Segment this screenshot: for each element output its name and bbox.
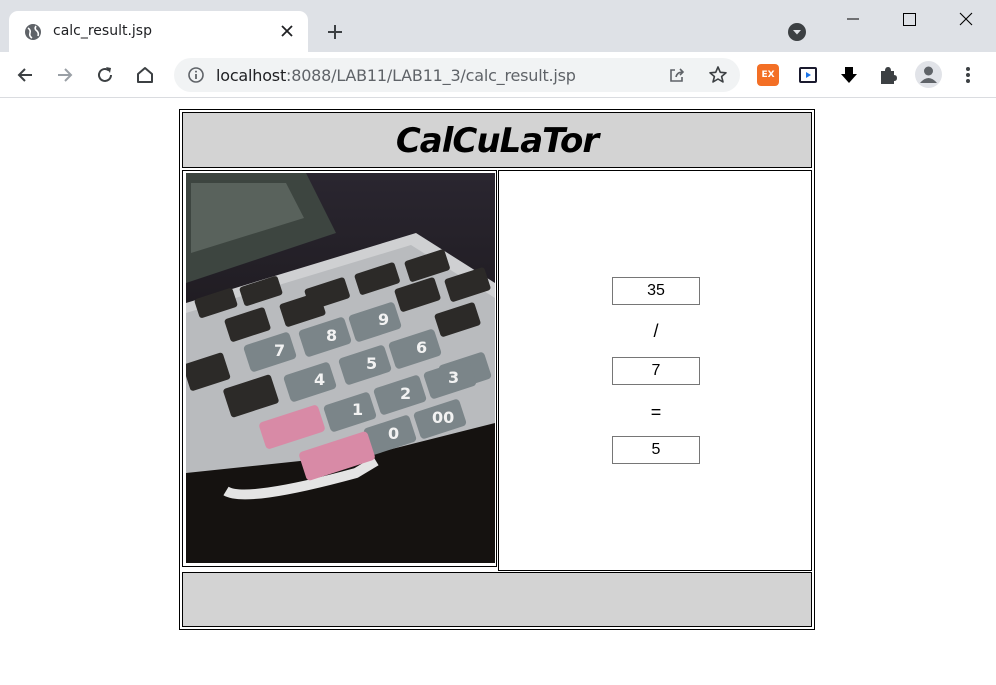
url-host: localhost <box>216 66 287 85</box>
reload-icon[interactable] <box>94 64 116 86</box>
media-icon[interactable] <box>797 64 819 86</box>
svg-text:4: 4 <box>314 370 325 389</box>
minimize-icon[interactable] <box>830 4 876 34</box>
forward-arrow-icon[interactable] <box>54 64 76 86</box>
ex-extension-icon[interactable]: EX <box>757 64 779 86</box>
close-icon[interactable] <box>279 23 295 39</box>
calculator-table: CalCuLaTor 7 8 9 4 5 6 1 2 3 0 00 35 / 7… <box>179 109 815 630</box>
tab-title: calc_result.jsp <box>53 23 152 39</box>
page-title: CalCuLaTor <box>395 121 599 161</box>
browser-toolbar: localhost:8088/LAB11/LAB11_3/calc_result… <box>0 52 996 98</box>
more-menu-icon[interactable] <box>957 64 979 86</box>
result-input[interactable]: 5 <box>612 436 700 464</box>
back-arrow-icon[interactable] <box>14 64 36 86</box>
address-bar[interactable]: localhost:8088/LAB11/LAB11_3/calc_result… <box>174 58 740 92</box>
url-text: localhost:8088/LAB11/LAB11_3/calc_result… <box>216 66 576 85</box>
share-icon[interactable] <box>668 66 686 84</box>
operand1-input[interactable]: 35 <box>612 277 700 305</box>
puzzle-icon[interactable] <box>877 64 899 86</box>
profile-avatar[interactable] <box>915 61 942 88</box>
svg-text:2: 2 <box>400 384 411 403</box>
svg-text:9: 9 <box>378 310 389 329</box>
svg-text:5: 5 <box>366 354 377 373</box>
calculator-image: 7 8 9 4 5 6 1 2 3 0 00 <box>186 173 495 563</box>
footer-cell <box>182 572 812 627</box>
svg-text:0: 0 <box>388 424 399 443</box>
svg-text:7: 7 <box>274 341 285 360</box>
tab-search-icon[interactable] <box>787 22 807 42</box>
svg-text:6: 6 <box>416 338 427 357</box>
svg-text:8: 8 <box>326 326 337 345</box>
svg-text:1: 1 <box>352 400 363 419</box>
operator-label: / <box>653 321 659 341</box>
download-icon[interactable] <box>838 64 860 86</box>
globe-icon <box>25 24 41 40</box>
browser-tab[interactable]: calc_result.jsp <box>9 11 308 52</box>
svg-text:00: 00 <box>432 408 454 427</box>
info-icon[interactable] <box>188 67 204 83</box>
svg-text:3: 3 <box>448 368 459 387</box>
new-tab-icon[interactable] <box>324 21 346 43</box>
home-icon[interactable] <box>134 64 156 86</box>
url-path: :8088/LAB11/LAB11_3/calc_result.jsp <box>286 66 576 85</box>
maximize-icon[interactable] <box>886 4 932 34</box>
equals-label: = <box>650 402 662 422</box>
operand2-input[interactable]: 7 <box>612 357 700 385</box>
title-cell: CalCuLaTor <box>182 112 812 168</box>
calculation-form: 35 / 7 = 5 <box>498 170 812 571</box>
person-icon <box>920 66 937 83</box>
bookmark-star-icon[interactable] <box>708 65 728 85</box>
tab-strip: calc_result.jsp <box>0 0 996 52</box>
window-close-icon[interactable] <box>943 4 989 34</box>
image-cell: 7 8 9 4 5 6 1 2 3 0 00 <box>182 170 497 567</box>
